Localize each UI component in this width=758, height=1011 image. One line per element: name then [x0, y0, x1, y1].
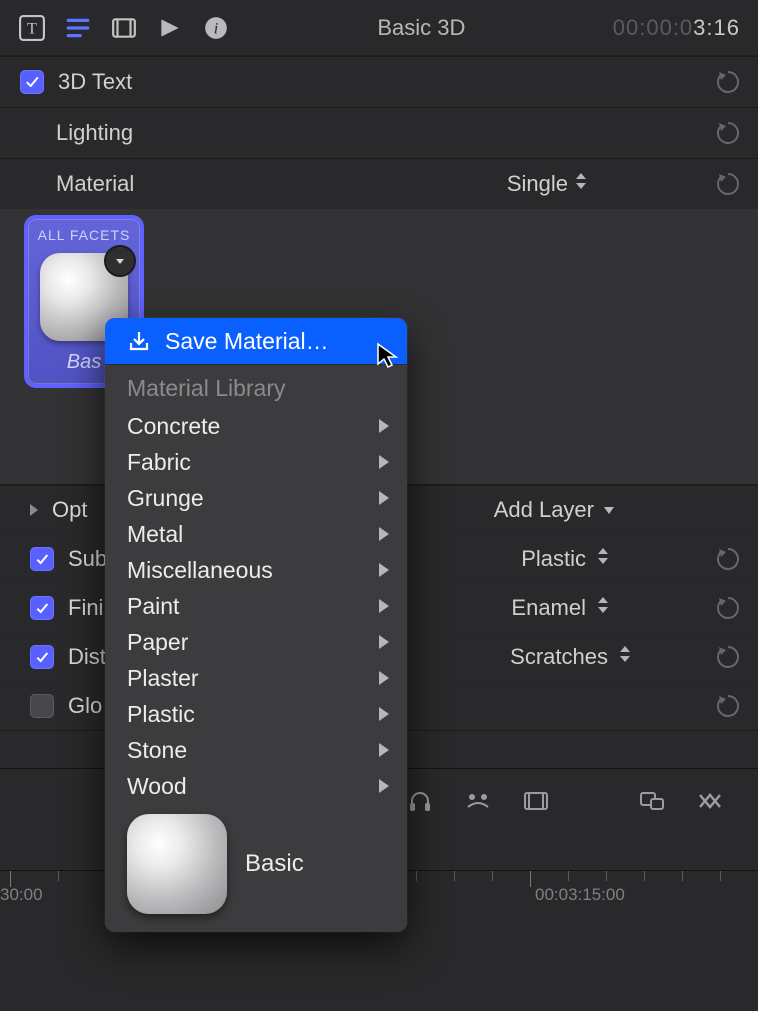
menu-item-label: Metal: [127, 521, 183, 548]
menu-item-label: Paper: [127, 629, 188, 656]
shape-tab-icon[interactable]: [156, 14, 184, 42]
submenu-arrow-icon: [379, 779, 389, 793]
material-mode-select[interactable]: Single: [507, 171, 588, 197]
reset-lighting[interactable]: [716, 121, 740, 145]
menu-item-basic[interactable]: Basic: [105, 804, 407, 914]
submenu-arrow-icon: [379, 707, 389, 721]
submenu-arrow-icon: [379, 743, 389, 757]
video-tab-icon[interactable]: [110, 14, 138, 42]
material-name: Bas: [67, 351, 101, 374]
checkbox-glow[interactable]: [30, 694, 54, 718]
distress-select[interactable]: Scratches: [510, 644, 632, 670]
label-lighting: Lighting: [56, 120, 702, 146]
finish-select[interactable]: Enamel: [511, 595, 610, 621]
checkbox-distress[interactable]: [30, 645, 54, 669]
menu-header-material-library: Material Library: [105, 365, 407, 408]
ruler-label-right: 00:03:15:00: [535, 885, 625, 905]
checkbox-finish[interactable]: [30, 596, 54, 620]
row-lighting[interactable]: Lighting: [0, 108, 758, 158]
reset-3d-text[interactable]: [716, 70, 740, 94]
finish-value: Enamel: [511, 595, 586, 621]
menu-item-save-material[interactable]: Save Material…: [105, 318, 407, 364]
clip-duration: 00:00:03:16: [613, 15, 740, 41]
submenu-arrow-icon: [379, 455, 389, 469]
checkbox-3d-text[interactable]: [20, 70, 44, 94]
up-down-icon: [618, 644, 632, 670]
timeline-icon[interactable]: [696, 787, 724, 821]
skimming-icon[interactable]: [464, 787, 492, 821]
facet-title: ALL FACETS: [38, 227, 131, 243]
up-down-icon: [596, 595, 610, 621]
menu-item-stone[interactable]: Stone: [105, 732, 407, 768]
menu-item-label: Grunge: [127, 485, 204, 512]
material-mode-value: Single: [507, 171, 568, 197]
svg-text:i: i: [214, 19, 219, 37]
menu-item-miscellaneous[interactable]: Miscellaneous: [105, 552, 407, 588]
submenu-arrow-icon: [379, 491, 389, 505]
material-preset-popup: Save Material… Material Library Concrete…: [105, 318, 407, 932]
text-tab-icon[interactable]: T: [18, 14, 46, 42]
menu-item-metal[interactable]: Metal: [105, 516, 407, 552]
index-icon[interactable]: [638, 787, 666, 821]
ruler-label-left: 30:00: [0, 885, 43, 905]
up-down-icon: [596, 546, 610, 572]
submenu-arrow-icon: [379, 635, 389, 649]
basic-material-thumbnail: [127, 814, 227, 914]
reset-glow[interactable]: [716, 694, 740, 718]
add-layer-select[interactable]: Add Layer: [494, 497, 616, 523]
menu-item-label: Plastic: [127, 701, 195, 728]
menu-item-label: Plaster: [127, 665, 199, 692]
menu-item-fabric[interactable]: Fabric: [105, 444, 407, 480]
submenu-arrow-icon: [379, 563, 389, 577]
reset-material[interactable]: [716, 172, 740, 196]
reset-finish[interactable]: [716, 596, 740, 620]
inspector-tab-bar: T i Basic 3D 00:00:03:16: [0, 0, 758, 56]
clip-title: Basic 3D: [248, 15, 595, 41]
menu-item-label: Basic: [245, 850, 304, 878]
headphones-icon[interactable]: [406, 787, 434, 821]
reset-distress[interactable]: [716, 645, 740, 669]
menu-item-label: Save Material…: [165, 328, 329, 355]
menu-item-label: Miscellaneous: [127, 557, 273, 584]
save-icon: [127, 329, 151, 353]
add-layer-label: Add Layer: [494, 497, 594, 523]
menu-item-plastic[interactable]: Plastic: [105, 696, 407, 732]
material-preset-menu-button[interactable]: [104, 245, 136, 277]
paragraph-tab-icon[interactable]: [64, 14, 92, 42]
submenu-arrow-icon: [379, 527, 389, 541]
filmstrip-icon[interactable]: [522, 787, 550, 821]
menu-item-paint[interactable]: Paint: [105, 588, 407, 624]
distress-value: Scratches: [510, 644, 608, 670]
up-down-icon: [574, 171, 588, 197]
label-material: Material: [56, 171, 493, 197]
menu-item-label: Paint: [127, 593, 179, 620]
reset-substance[interactable]: [716, 547, 740, 571]
menu-item-label: Fabric: [127, 449, 191, 476]
menu-item-label: Stone: [127, 737, 187, 764]
row-material[interactable]: Material Single: [0, 159, 758, 209]
menu-item-paper[interactable]: Paper: [105, 624, 407, 660]
label-3d-text: 3D Text: [58, 69, 702, 95]
substance-value: Plastic: [521, 546, 586, 572]
checkbox-substance[interactable]: [30, 547, 54, 571]
menu-item-concrete[interactable]: Concrete: [105, 408, 407, 444]
menu-item-label: Wood: [127, 773, 187, 800]
row-3d-text[interactable]: 3D Text: [0, 57, 758, 107]
submenu-arrow-icon: [379, 419, 389, 433]
submenu-arrow-icon: [379, 599, 389, 613]
substance-select[interactable]: Plastic: [521, 546, 610, 572]
svg-text:T: T: [27, 19, 37, 37]
menu-item-plaster[interactable]: Plaster: [105, 660, 407, 696]
menu-item-wood[interactable]: Wood: [105, 768, 407, 804]
info-tab-icon[interactable]: i: [202, 14, 230, 42]
menu-item-label: Concrete: [127, 413, 220, 440]
menu-item-grunge[interactable]: Grunge: [105, 480, 407, 516]
disclosure-triangle-icon[interactable]: [30, 504, 38, 516]
submenu-arrow-icon: [379, 671, 389, 685]
